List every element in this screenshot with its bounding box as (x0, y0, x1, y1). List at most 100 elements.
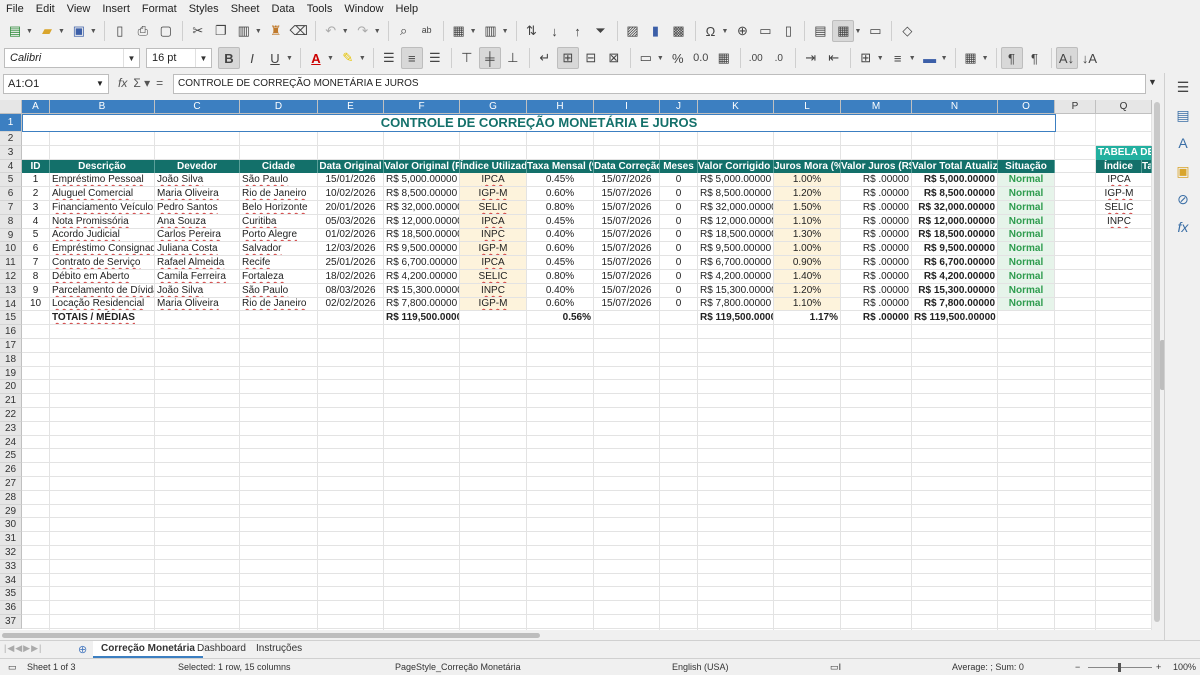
data-cell[interactable]: Aluguel Comercial (50, 187, 154, 200)
data-cell[interactable]: Carlos Pereira (155, 229, 239, 241)
menu-window[interactable]: Window (344, 3, 383, 15)
row-header-29[interactable]: 29 (0, 505, 22, 518)
column-title-cell[interactable]: Devedor (155, 160, 240, 173)
data-cell[interactable]: R$ 32,000.00000 (384, 201, 459, 214)
row-header-28[interactable]: 28 (0, 491, 22, 505)
row-header-9[interactable]: 9 (0, 229, 22, 242)
chevron-down-icon[interactable]: ▼ (92, 75, 108, 93)
menu-file[interactable]: File (6, 3, 24, 15)
data-cell[interactable]: 0 (660, 270, 697, 283)
data-cell[interactable]: Camila Ferreira (155, 270, 239, 283)
data-cell[interactable]: São Paulo (240, 284, 317, 297)
data-cell[interactable]: 0.40% (527, 284, 593, 297)
row-header-37[interactable]: 37 (0, 615, 22, 629)
data-cell[interactable]: 10 (22, 298, 49, 310)
data-cell[interactable]: R$ 18,500.00000 (912, 229, 997, 241)
row-header-4[interactable]: 4 (0, 160, 22, 173)
row-header-19[interactable]: 19 (0, 367, 22, 380)
data-cell[interactable]: R$ 7,800.00000 (912, 298, 997, 310)
column-title-cell[interactable]: Valor Juros (R$) (841, 160, 912, 173)
headers-footers-icon[interactable]: ▯ (777, 20, 799, 42)
find-replace-icon[interactable]: ⌕ (393, 20, 415, 42)
align-right-icon[interactable]: ☰ (424, 47, 446, 69)
data-cell[interactable]: R$ 4,200.00000 (384, 270, 459, 283)
column-header-f[interactable]: F (384, 100, 460, 114)
data-cell[interactable]: 0 (660, 215, 697, 228)
row-header-7[interactable]: 7 (0, 201, 22, 215)
date-format-icon[interactable]: ▦ (713, 47, 735, 69)
data-cell[interactable]: Locação Residencial (50, 298, 154, 310)
data-cell[interactable]: R$ 7,800.00000 (384, 298, 459, 310)
data-cell[interactable]: R$ .00000 (841, 270, 911, 283)
column-title-cell[interactable]: Data Original (318, 160, 384, 173)
data-cell[interactable]: R$ 7,800.00000 (698, 298, 773, 310)
new-document-icon[interactable]: ▤ (4, 20, 26, 42)
autofilter-icon[interactable]: ⏷ (590, 20, 612, 42)
data-cell[interactable]: 9 (22, 284, 49, 297)
data-cell[interactable]: Normal (998, 173, 1054, 186)
menu-view[interactable]: View (67, 3, 91, 15)
paste-icon[interactable]: ▥ (233, 20, 255, 42)
column-header-k[interactable]: K (698, 100, 774, 114)
totals-cell[interactable]: TOTAIS / MÉDIAS (50, 311, 154, 324)
data-cell[interactable]: 0.60% (527, 242, 593, 255)
data-cell[interactable]: Parcelamento de Dívida (50, 284, 154, 297)
column-title-cell[interactable]: ID (22, 160, 50, 173)
zoom-in-icon[interactable]: + (1156, 662, 1161, 672)
data-cell[interactable]: R$ .00000 (841, 284, 911, 297)
data-cell[interactable]: 1.50% (774, 201, 840, 214)
data-cell[interactable]: 0 (660, 242, 697, 255)
navigator-icon[interactable]: ⊘ (1165, 185, 1200, 213)
data-cell[interactable]: R$ .00000 (841, 298, 911, 310)
data-cell[interactable]: Rio de Janeiro (240, 187, 317, 200)
selection-mode-icon[interactable]: ▭Ⅰ (830, 662, 841, 673)
data-cell[interactable]: INPC (460, 284, 526, 297)
data-cell[interactable]: 0.80% (527, 201, 593, 214)
add-sheet-icon[interactable]: ⊕ (78, 643, 87, 656)
data-cell[interactable]: R$ 9,500.00000 (698, 242, 773, 255)
data-cell[interactable]: 15/07/2026 (594, 201, 659, 214)
selection-stats[interactable]: Average: ; Sum: 0 (952, 662, 1024, 672)
data-cell[interactable]: R$ 5,000.00000 (912, 173, 997, 186)
row-header-12[interactable]: 12 (0, 270, 22, 284)
column-title-cell[interactable]: Data Correção (594, 160, 660, 173)
data-cell[interactable]: R$ 18,500.00000 (698, 229, 773, 241)
print-preview-icon[interactable]: ▢ (155, 20, 177, 42)
data-cell[interactable]: Pedro Santos (155, 201, 239, 214)
data-cell[interactable]: R$ 8,500.00000 (912, 187, 997, 200)
clear-formatting-icon[interactable]: ⌫ (288, 20, 310, 42)
data-cell[interactable]: 1.40% (774, 270, 840, 283)
formula-input[interactable]: CONTROLE DE CORREÇÃO MONETÁRIA E JUROS (173, 74, 1146, 94)
copy-icon[interactable]: ❐ (210, 20, 232, 42)
data-cell[interactable]: R$ 15,300.00000 (698, 284, 773, 297)
data-cell[interactable]: Salvador (240, 242, 317, 255)
column-title-cell[interactable]: Juros Mora (% a.m.) (774, 160, 841, 173)
data-cell[interactable]: R$ 6,700.00000 (384, 256, 459, 269)
number-format-icon[interactable]: 0.0 (690, 47, 712, 69)
totals-cell[interactable]: 1.17% (774, 311, 840, 324)
data-cell[interactable]: IGP-M (460, 242, 526, 255)
totals-cell[interactable]: R$ 119,500.00000 (384, 311, 459, 324)
menu-styles[interactable]: Styles (189, 3, 219, 15)
conditional-format-icon[interactable]: ▦ (960, 47, 982, 69)
redo-icon[interactable]: ↷ (352, 20, 374, 42)
column-title-cell[interactable]: Valor Corrigido (R$) (698, 160, 774, 173)
data-cell[interactable]: Curitiba (240, 215, 317, 228)
data-cell[interactable]: 02/02/2026 (318, 298, 383, 310)
data-cell[interactable]: 1 (22, 173, 49, 186)
sort-ascending-icon[interactable]: ↓ (544, 20, 566, 42)
row-header-8[interactable]: 8 (0, 215, 22, 229)
data-cell[interactable]: R$ 4,200.00000 (912, 270, 997, 283)
data-cell[interactable]: R$ 9,500.00000 (384, 242, 459, 255)
data-cell[interactable]: 15/07/2026 (594, 187, 659, 200)
chevron-down-icon[interactable]: ▼ (195, 49, 211, 67)
row-header-16[interactable]: 16 (0, 325, 22, 339)
data-cell[interactable]: Belo Horizonte (240, 201, 317, 214)
data-cell[interactable]: 18/02/2026 (318, 270, 383, 283)
column-title-cell[interactable]: Valor Total Atualizado (R$) (912, 160, 998, 173)
data-cell[interactable]: João Silva (155, 173, 239, 186)
column-header-q[interactable]: Q (1096, 100, 1152, 114)
data-cell[interactable]: Normal (998, 270, 1054, 283)
spreadsheet-grid[interactable]: ABCDEFGHIJKLMNOPQ 1 2 3 4 5 6 7 8 9 10 11 12 13 14 15 1… (0, 100, 1152, 630)
align-top-icon[interactable]: ⊤ (456, 47, 478, 69)
